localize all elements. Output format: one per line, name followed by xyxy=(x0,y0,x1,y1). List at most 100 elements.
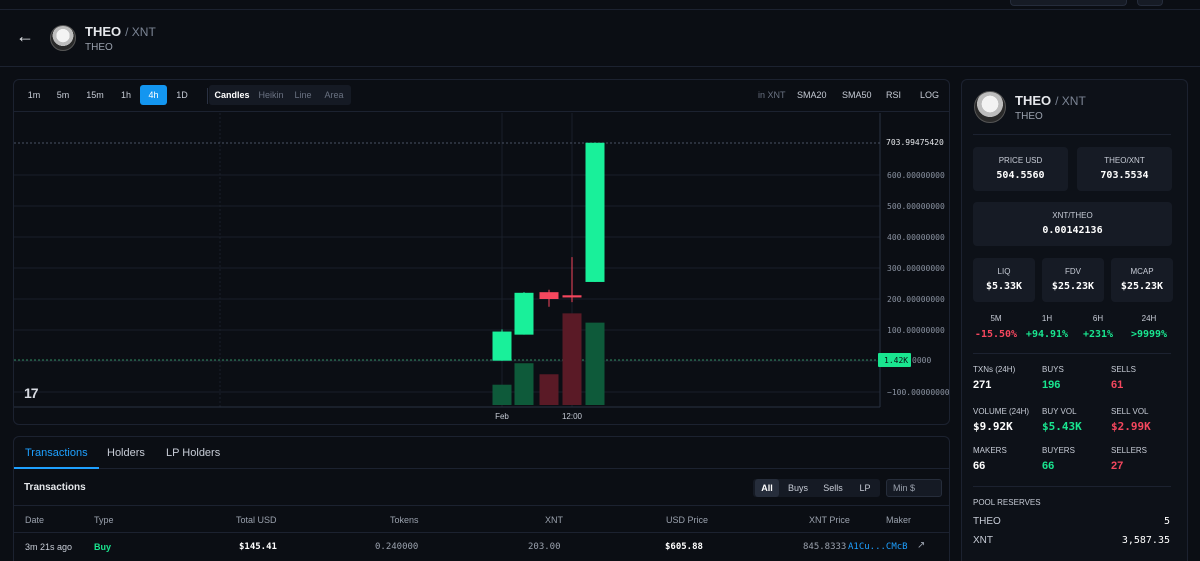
filter-all[interactable]: All xyxy=(755,479,779,497)
inverse-price-value: 0.00142136 xyxy=(1042,225,1103,236)
top-menu-button[interactable] xyxy=(1137,0,1163,6)
transactions-title: Transactions xyxy=(24,482,86,493)
chart-panel: 1m 5m 15m 1h 4h 1D Candles Heikin Line A… xyxy=(13,79,950,425)
txns-label: TXNs (24H) xyxy=(973,365,1016,374)
y-tick-label: 100.00000000 xyxy=(887,326,945,335)
indicator-sma20[interactable]: SMA20 xyxy=(797,85,827,105)
timeframe-4h[interactable]: 4h xyxy=(140,85,167,105)
row-type: Buy xyxy=(94,542,112,552)
y-tick-label: 400.00000000 xyxy=(887,233,945,242)
log-scale-toggle[interactable]: LOG xyxy=(920,85,939,105)
price-usd-label: PRICE USD xyxy=(998,156,1043,165)
volume-label: VOLUME (24H) xyxy=(973,407,1030,416)
timeframe-5m[interactable]: 5m xyxy=(52,85,74,105)
liquidity-value: $5.33K xyxy=(985,281,1023,292)
row-total-usd: $145.41 xyxy=(239,542,277,552)
liquidity-box: LIQ $5.33K xyxy=(973,258,1035,302)
transactions-panel: Transactions Holders LP Holders Transact… xyxy=(13,436,950,561)
timeframe-15m[interactable]: 15m xyxy=(82,85,108,105)
sidebar-token-quote: / XNT xyxy=(1055,94,1086,108)
candle-body xyxy=(514,292,534,335)
y-tick-label: 500.00000000 xyxy=(887,202,945,211)
tab-lp-holders[interactable]: LP Holders xyxy=(166,437,220,469)
indicator-sma50[interactable]: SMA50 xyxy=(842,85,872,105)
volume-tag-label: 1.42K xyxy=(884,356,908,365)
row-maker-link[interactable]: A1Cu...CMcB xyxy=(848,542,908,552)
buy-vol-value: $5.43K xyxy=(1042,420,1082,433)
min-usd-input[interactable] xyxy=(886,479,942,497)
col-usd-price: USD Price xyxy=(666,515,709,525)
buy-vol-label: BUY VOL xyxy=(1042,407,1077,416)
table-row[interactable]: 3m 21s ago Buy $145.41 0.240000 203.00 $… xyxy=(14,532,949,558)
timeframe-1m[interactable]: 1m xyxy=(23,85,45,105)
sellers-value: 27 xyxy=(1111,460,1124,472)
makers-value: 66 xyxy=(973,460,986,472)
volume-tag-tail: 0000 xyxy=(912,356,931,365)
filter-buys[interactable]: Buys xyxy=(783,479,813,497)
token-quote: / XNT xyxy=(125,25,156,39)
col-xnt-price: XNT Price xyxy=(809,515,850,525)
buys-value: 196 xyxy=(1042,379,1061,391)
toolbar-divider xyxy=(207,88,208,104)
indicator-rsi[interactable]: RSI xyxy=(886,85,901,105)
style-line[interactable]: Line xyxy=(289,85,317,105)
y-tick-label: 200.00000000 xyxy=(887,295,945,304)
candlestick-chart[interactable]: 600.00000000 500.00000000 400.00000000 300.… xyxy=(14,113,950,425)
col-maker: Maker xyxy=(886,515,912,525)
y-tick-label: 600.00000000 xyxy=(887,171,945,180)
buyers-label: BUYERS xyxy=(1042,446,1075,455)
style-heikin[interactable]: Heikin xyxy=(254,85,288,105)
sidebar-token-name: THEO xyxy=(1015,111,1043,122)
sell-vol-value: $2.99K xyxy=(1111,420,1151,433)
pair-price-value: 703.5534 xyxy=(1100,170,1149,181)
timeframe-1d[interactable]: 1D xyxy=(171,85,193,105)
unit-toggle[interactable]: in XNT xyxy=(758,85,786,105)
row-usd-price: $605.88 xyxy=(665,542,703,552)
tab-bar: Transactions Holders LP Holders xyxy=(14,437,949,469)
volume-bar xyxy=(492,384,512,405)
last-price-label: 703.99475420 xyxy=(886,138,944,147)
makers-label: MAKERS xyxy=(973,446,1007,455)
col-xnt: XNT xyxy=(545,515,563,525)
col-tokens: Tokens xyxy=(390,515,419,525)
arrow-left-icon[interactable]: ← xyxy=(16,26,34,47)
price-usd-box: PRICE USD 504.5560 xyxy=(973,147,1068,191)
row-tokens: 0.240000 xyxy=(375,542,419,552)
pool-theo-label: THEO xyxy=(973,516,1001,527)
timeframe-1h[interactable]: 1h xyxy=(115,85,137,105)
row-date: 3m 21s ago xyxy=(25,542,73,552)
token-title: THEO / XNT xyxy=(85,24,156,39)
inverse-price-box: XNT/THEO 0.00142136 xyxy=(973,202,1172,246)
divider xyxy=(973,486,1171,487)
volume-bar xyxy=(514,363,534,405)
fdv-label: FDV xyxy=(1065,267,1081,276)
col-type: Type xyxy=(94,515,114,525)
token-sidebar: THEO / XNT THEO PRICE USD 504.5560 THEO/X… xyxy=(961,79,1188,561)
top-bar xyxy=(0,0,1200,10)
change-24h-label: 24H xyxy=(1141,314,1157,323)
volume-value: $9.92K xyxy=(973,420,1013,433)
pair-price-label: THEO/XNT xyxy=(1104,156,1145,165)
sidebar-token-title: THEO / XNT xyxy=(1015,93,1086,108)
y-tick-label: −100.00000000 xyxy=(887,388,950,397)
x-tick-label: 12:00 xyxy=(562,412,583,421)
inverse-price-label: XNT/THEO xyxy=(1052,211,1093,220)
filter-lp[interactable]: LP xyxy=(853,479,877,497)
change-1h-value: +94.91% xyxy=(1025,329,1069,340)
change-5m-label: 5M xyxy=(990,314,1002,323)
row-xnt-price: 845.8333 xyxy=(803,542,847,552)
external-link-icon[interactable]: ↗ xyxy=(917,540,925,551)
style-candles[interactable]: Candles xyxy=(211,85,253,105)
pair-price-box: THEO/XNT 703.5534 xyxy=(1077,147,1172,191)
change-5m-value: -15.50% xyxy=(974,329,1018,340)
tab-transactions[interactable]: Transactions xyxy=(14,437,99,469)
style-area[interactable]: Area xyxy=(318,85,350,105)
candle-body xyxy=(492,331,512,361)
filter-sells[interactable]: Sells xyxy=(817,479,849,497)
chart-plot-area[interactable]: 600.00000000 500.00000000 400.00000000 300.… xyxy=(14,113,950,425)
mcap-label: MCAP xyxy=(1130,267,1154,276)
sells-value: 61 xyxy=(1111,379,1124,391)
tab-holders[interactable]: Holders xyxy=(107,437,145,469)
top-search-box[interactable] xyxy=(1010,0,1127,6)
change-6h-value: +231% xyxy=(1082,329,1114,340)
